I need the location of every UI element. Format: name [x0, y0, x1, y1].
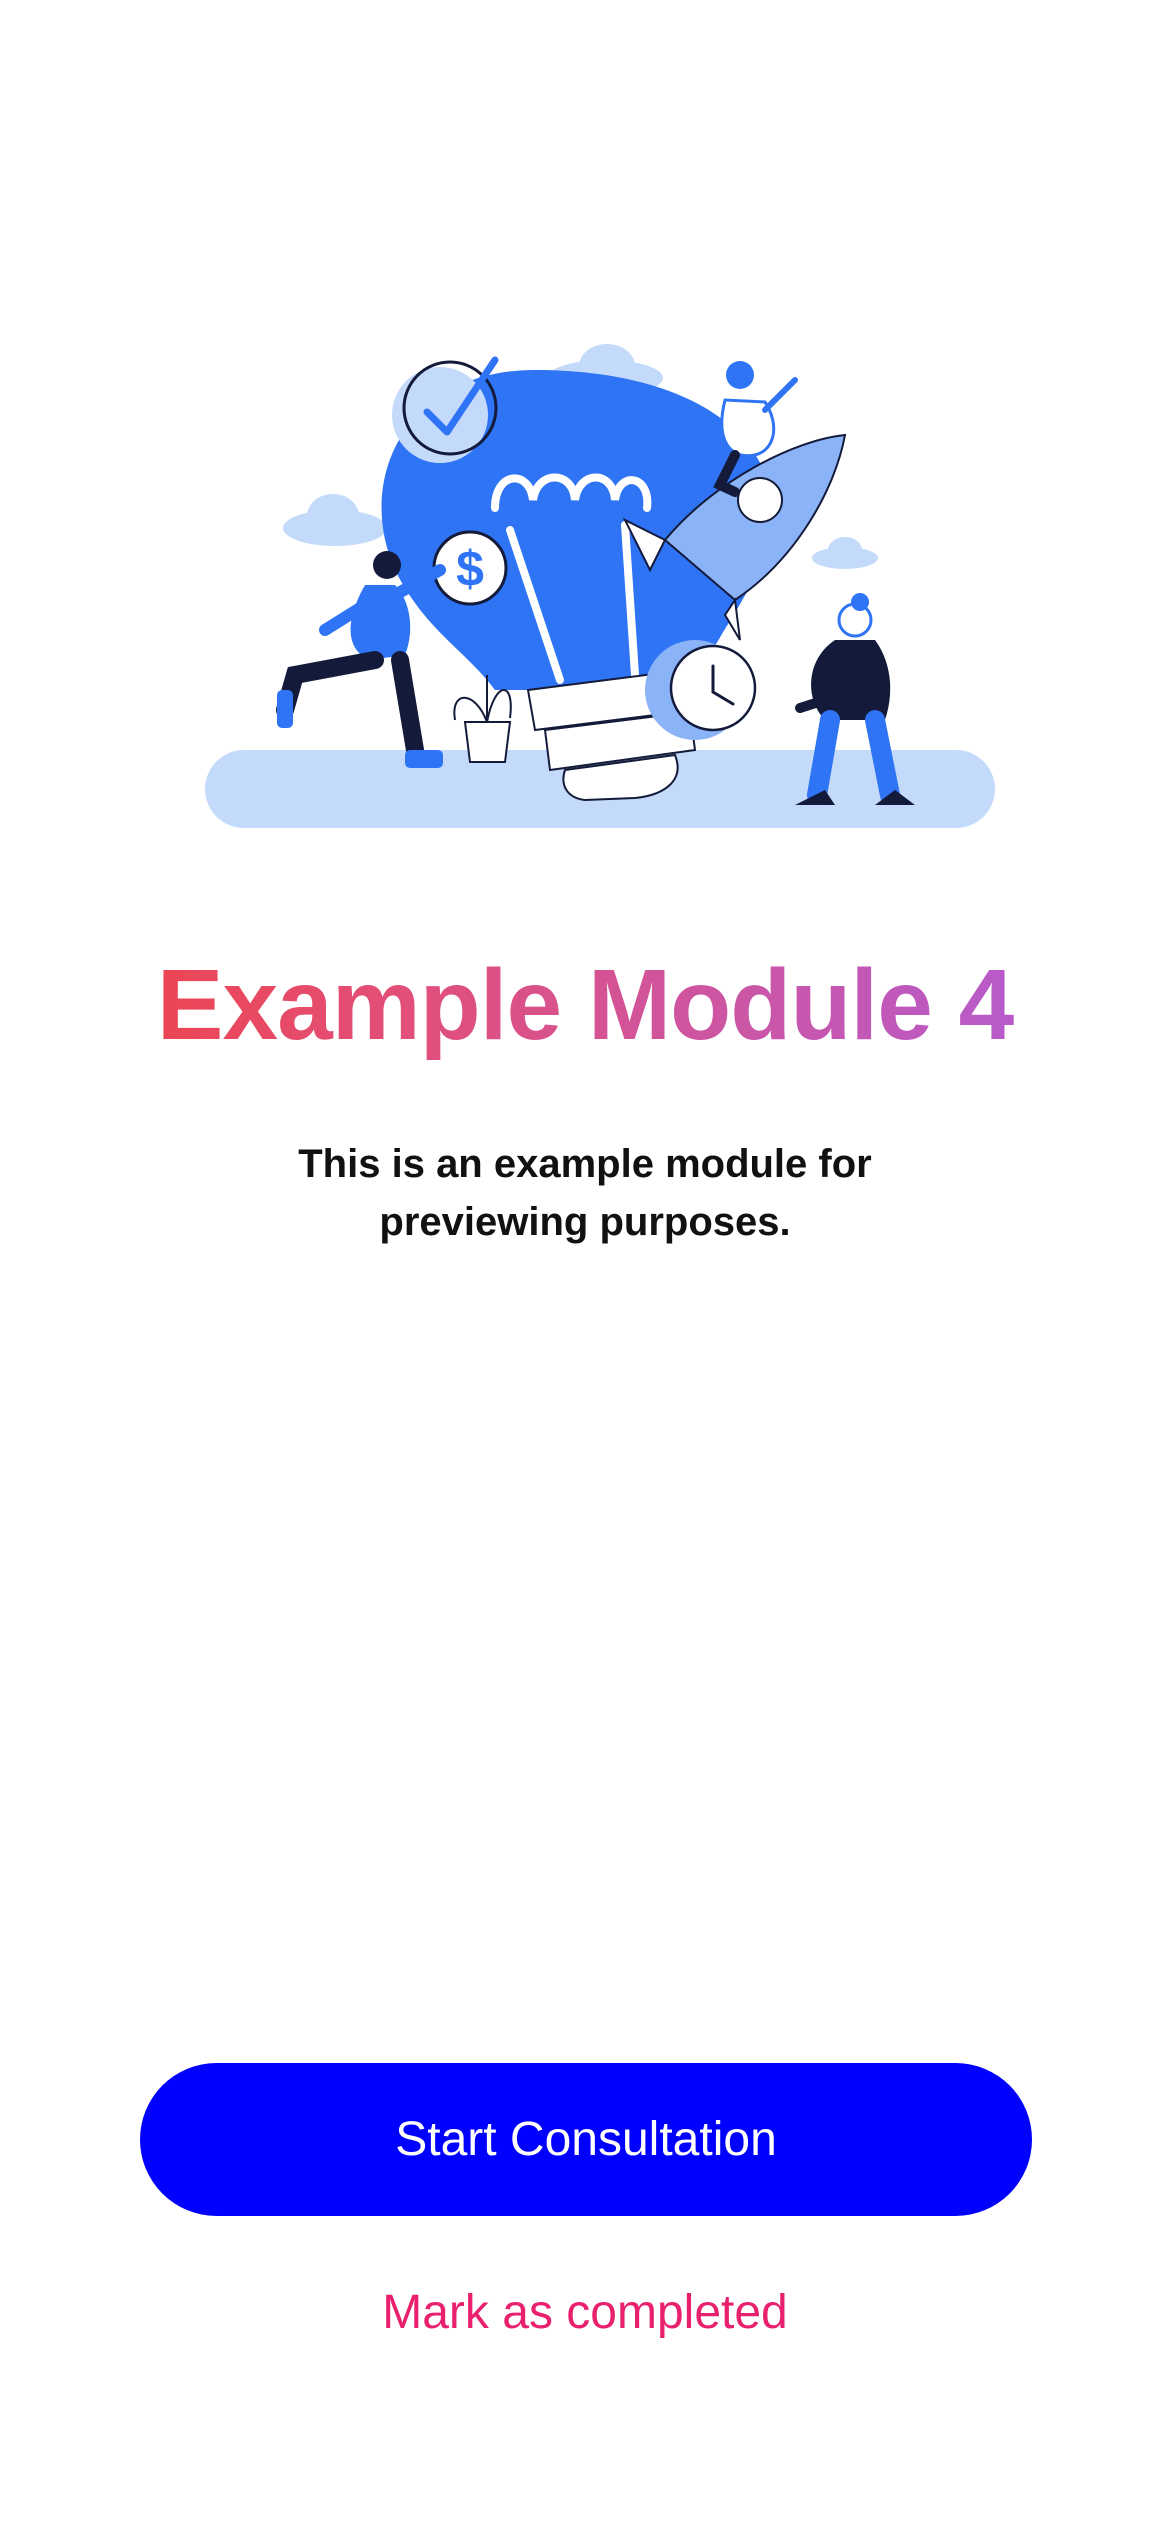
module-screen: $ Example Module 4 This is an example mo… [0, 0, 1170, 2532]
svg-text:$: $ [456, 541, 484, 597]
module-description: This is an example module for previewing… [298, 1142, 872, 1244]
lightbulb-ideas-illustration: $ [205, 344, 995, 828]
mark-as-completed-link[interactable]: Mark as completed [0, 2278, 1170, 2348]
start-consultation-button[interactable]: Start Consultation [140, 2063, 1032, 2216]
module-title: Example Module 4 [0, 945, 1170, 1065]
